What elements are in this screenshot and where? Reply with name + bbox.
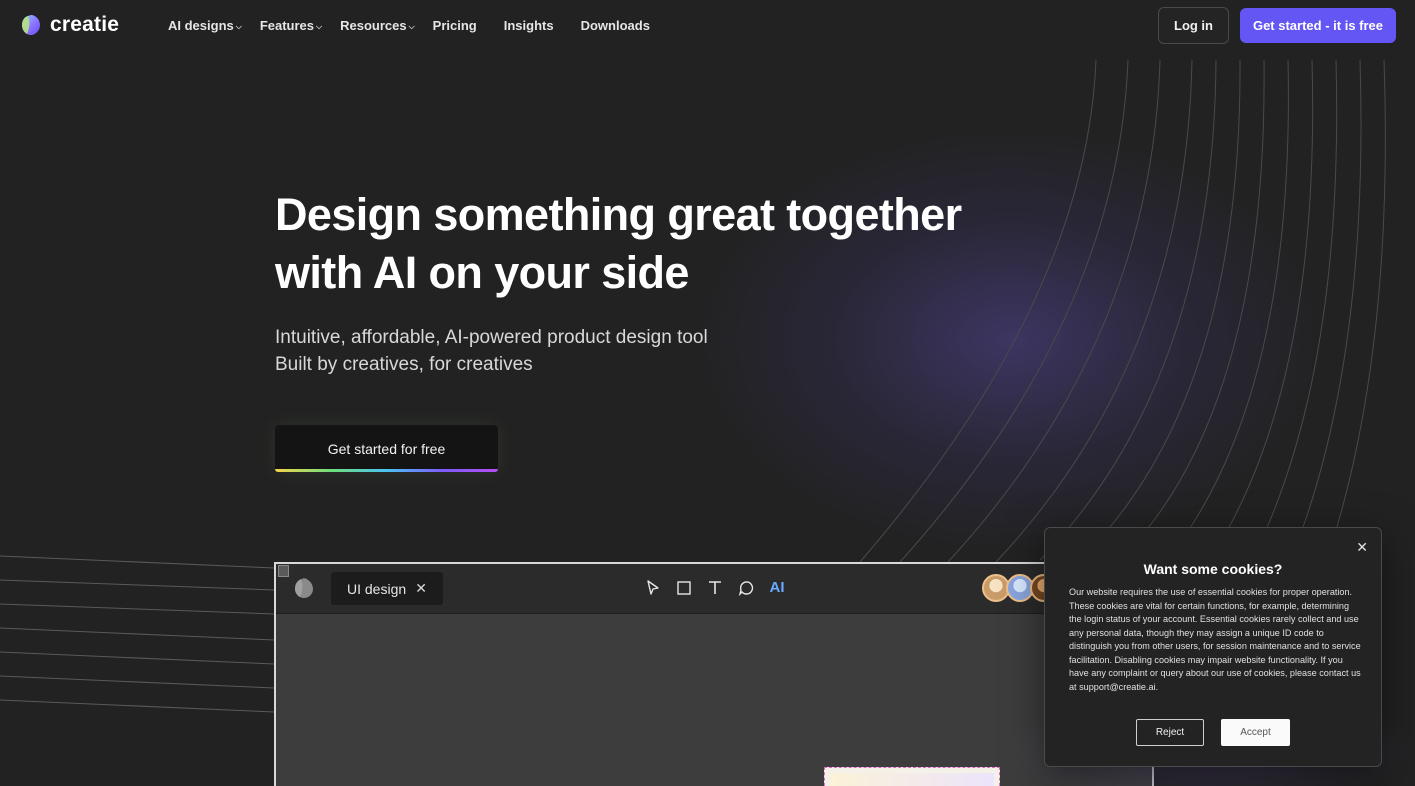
broken-image-icon xyxy=(278,565,289,577)
editor-toolbar: UI design ✕ AI xyxy=(276,564,1152,614)
hero-title-line: with AI on your side xyxy=(275,247,689,298)
nav-links: AI designs ⌵ Features ⌵ Resources ⌵ Pric… xyxy=(168,18,650,33)
creatie-logo-icon xyxy=(22,15,40,35)
nav-item-downloads[interactable]: Downloads xyxy=(581,18,650,33)
tab-label: UI design xyxy=(347,580,407,597)
brand-logo[interactable]: creatie xyxy=(19,13,119,37)
frame-content xyxy=(830,773,994,786)
rectangle-icon xyxy=(677,581,691,595)
chevron-down-icon: ⌵ xyxy=(316,21,323,31)
close-icon[interactable]: ✕ xyxy=(1356,539,1368,556)
hero-subtitle-line: Built by creatives, for creatives xyxy=(275,354,533,375)
brand-name: creatie xyxy=(50,13,120,36)
nav-item-label: AI designs xyxy=(168,18,234,33)
login-button[interactable]: Log in xyxy=(1158,7,1229,44)
nav-item-pricing[interactable]: Pricing xyxy=(433,18,477,33)
hero-title: Design something great together with AI … xyxy=(275,186,1035,302)
selected-frame[interactable] xyxy=(824,767,1000,786)
rectangle-tool[interactable] xyxy=(675,579,693,597)
tab-ui-design[interactable]: UI design ✕ xyxy=(331,572,443,605)
nav-item-label: Resources xyxy=(340,18,407,33)
text-icon xyxy=(709,581,721,594)
close-icon[interactable]: ✕ xyxy=(415,580,427,597)
nav-item-label: Features xyxy=(259,18,315,33)
editor-preview: UI design ✕ AI xyxy=(274,562,1154,786)
nav-item-ai-designs[interactable]: AI designs ⌵ xyxy=(168,18,242,33)
pointer-tool[interactable] xyxy=(644,579,662,597)
cookie-consent-dialog: ✕ Want some cookies? Our website require… xyxy=(1044,527,1382,767)
top-nav: creatie AI designs ⌵ Features ⌵ Resource… xyxy=(0,0,1415,52)
nav-item-label: Pricing xyxy=(432,18,477,33)
text-tool[interactable] xyxy=(706,579,724,597)
hero-title-line: Design something great together xyxy=(275,189,962,240)
nav-item-label: Insights xyxy=(503,18,554,33)
comment-tool[interactable] xyxy=(737,579,755,597)
nav-item-resources[interactable]: Resources ⌵ xyxy=(340,18,415,33)
cookie-body-text: Our website requires the use of essentia… xyxy=(1069,587,1361,692)
design-canvas[interactable] xyxy=(276,614,1152,786)
cursor-arrow-icon xyxy=(647,580,659,595)
get-started-free-button[interactable]: Get started - it is free xyxy=(1240,8,1396,43)
ai-tool[interactable]: AI xyxy=(768,579,786,597)
hero-get-started-button[interactable]: Get started for free xyxy=(275,425,498,472)
chevron-down-icon: ⌵ xyxy=(235,21,242,31)
nav-item-label: Downloads xyxy=(580,18,650,33)
nav-item-features[interactable]: Features ⌵ xyxy=(260,18,322,33)
hero-subtitle-line: Intuitive, affordable, AI-powered produc… xyxy=(275,327,708,348)
editor-logo-icon xyxy=(295,578,313,598)
cookie-title: Want some cookies? xyxy=(1143,561,1283,577)
landing-page: creatie AI designs ⌵ Features ⌵ Resource… xyxy=(0,0,1415,786)
accept-cookies-button[interactable]: Accept xyxy=(1221,719,1290,746)
chevron-down-icon: ⌵ xyxy=(408,21,415,31)
hero-subtitle: Intuitive, affordable, AI-powered produc… xyxy=(275,324,708,378)
reject-cookies-button[interactable]: Reject xyxy=(1136,719,1204,746)
comment-bubble-icon xyxy=(738,581,754,596)
nav-item-insights[interactable]: Insights xyxy=(504,18,554,33)
tool-group: AI xyxy=(644,579,799,597)
